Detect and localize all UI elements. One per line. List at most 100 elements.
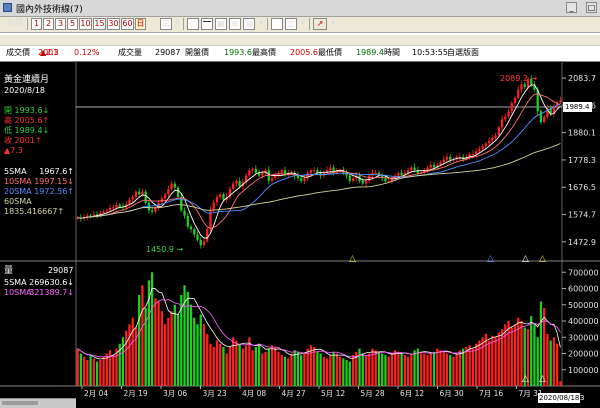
period-button-5[interactable]: 5 (67, 18, 78, 30)
candle-body (517, 89, 520, 98)
toolbar-divider (309, 18, 310, 30)
volume-bar (225, 353, 228, 386)
high-annotation: 2089.2 → (500, 74, 538, 83)
candle-body (196, 234, 199, 240)
volume-last: 29087 (48, 266, 74, 275)
period-button-15[interactable]: 15 (93, 18, 106, 30)
volume-bar (131, 317, 134, 386)
volume-bar (232, 337, 235, 386)
volume-bar (157, 301, 160, 386)
volume-bar (293, 350, 296, 386)
indicator-tab[interactable]: 指標 (4, 18, 26, 30)
volume-bar (329, 355, 332, 386)
layout-double-icon[interactable] (201, 18, 213, 30)
candle-body (108, 208, 112, 211)
date-tick-label: 6月 30 (440, 389, 464, 398)
volume-bar (199, 314, 202, 386)
volume-tick-label: 700000 (568, 268, 599, 277)
period-button-30[interactable]: 30 (107, 18, 120, 30)
chevron-down-icon[interactable]: ▾ (329, 18, 337, 30)
candle-body (215, 197, 219, 203)
volume-bar (478, 340, 481, 386)
volume-bar (559, 381, 562, 386)
candle-body (183, 210, 186, 216)
volume-bar (244, 345, 248, 386)
chart-grid (0, 61, 600, 387)
period-button-日[interactable]: 日 (135, 18, 146, 30)
quote-label: 成交量 (118, 48, 142, 57)
candle-body (429, 164, 432, 168)
layout-grid-icon[interactable]: ▦ (215, 18, 227, 30)
chart-canvas[interactable]: 2083.71981.61880.11778.31676.51574.71472… (0, 61, 600, 407)
restore-button[interactable]: □ (586, 2, 597, 13)
chevron-down-icon[interactable]: ▾ (257, 18, 265, 30)
candle-body (235, 180, 238, 184)
volume-bar (358, 348, 361, 386)
layout-single-icon[interactable] (187, 18, 199, 30)
candle-body (296, 175, 300, 179)
candle-body (219, 194, 222, 198)
volume-bar (507, 321, 510, 386)
volume-bar (138, 295, 141, 386)
volume-tick-label: 400000 (568, 317, 599, 326)
window-split-icon[interactable]: ◫ (285, 18, 297, 30)
ohlc-row: 開 1993.6↓ (4, 106, 50, 115)
volume-bar (254, 347, 257, 386)
period-button-10[interactable]: 10 (79, 18, 92, 30)
candle-body (176, 187, 180, 198)
volume-bar (112, 355, 115, 386)
volume-bar (134, 327, 138, 386)
candle-body (471, 154, 475, 156)
list-icon[interactable]: ☰ (160, 18, 172, 30)
price-tick-label: 1472.9 (568, 238, 596, 247)
window-single-icon[interactable] (271, 18, 283, 30)
chevron-down-icon[interactable]: ▾ (173, 18, 181, 30)
volume-bar (335, 353, 338, 386)
ohlc-row: 收 2001↑ (4, 136, 42, 145)
candle-body (115, 204, 118, 208)
volume-bar (82, 356, 86, 386)
moving-average-lines (77, 84, 561, 239)
candle-body (118, 204, 121, 207)
candle-body (280, 170, 283, 173)
candle-body (439, 162, 442, 165)
quote-label: 自選版面 (447, 48, 479, 57)
period-button-2[interactable]: 2 (43, 18, 54, 30)
period-button-3[interactable]: 3 (55, 18, 66, 30)
table-grid-icon[interactable]: ▤ (243, 18, 255, 30)
candle-body (406, 170, 410, 173)
period-button-60[interactable]: 60 (121, 18, 134, 30)
chevron-down-icon[interactable]: ▾ (299, 18, 307, 30)
volume-bar (458, 350, 462, 386)
candle-body (364, 180, 368, 184)
volume-bar (351, 355, 355, 386)
volume-bar (439, 350, 442, 386)
minimize-button[interactable]: _ (566, 2, 577, 13)
candle-body (92, 214, 95, 216)
volume-bar (108, 350, 112, 386)
volume-bar (283, 356, 287, 386)
volume-bar (497, 332, 500, 386)
pen-trend-icon[interactable]: ↗ (313, 18, 327, 30)
volume-bar (397, 351, 400, 386)
chart-area[interactable]: 2083.71981.61880.11778.31676.51574.71472… (0, 61, 600, 408)
volume-bar (102, 356, 105, 386)
candle-body (270, 178, 274, 181)
candle-body (238, 180, 241, 187)
quote-header-strip (0, 35, 600, 46)
volume-bar (163, 324, 167, 386)
candle-body (504, 116, 507, 120)
price-axis: 2083.71981.61880.11778.31676.51574.71472… (562, 74, 596, 247)
candle-body (520, 84, 523, 90)
layout-quad-icon[interactable]: ⊞ (229, 18, 241, 30)
volume-bars (76, 272, 562, 386)
volume-bar (455, 353, 458, 386)
period-button-1[interactable]: 1 (31, 18, 42, 30)
volume-bar (290, 353, 293, 386)
scroll-thumb[interactable] (2, 401, 38, 405)
volume-bar (86, 360, 89, 386)
volume-bar (491, 335, 494, 386)
quote-value: 10:53:55 (412, 48, 448, 57)
candle-body (102, 211, 105, 214)
candle-body (397, 172, 400, 176)
